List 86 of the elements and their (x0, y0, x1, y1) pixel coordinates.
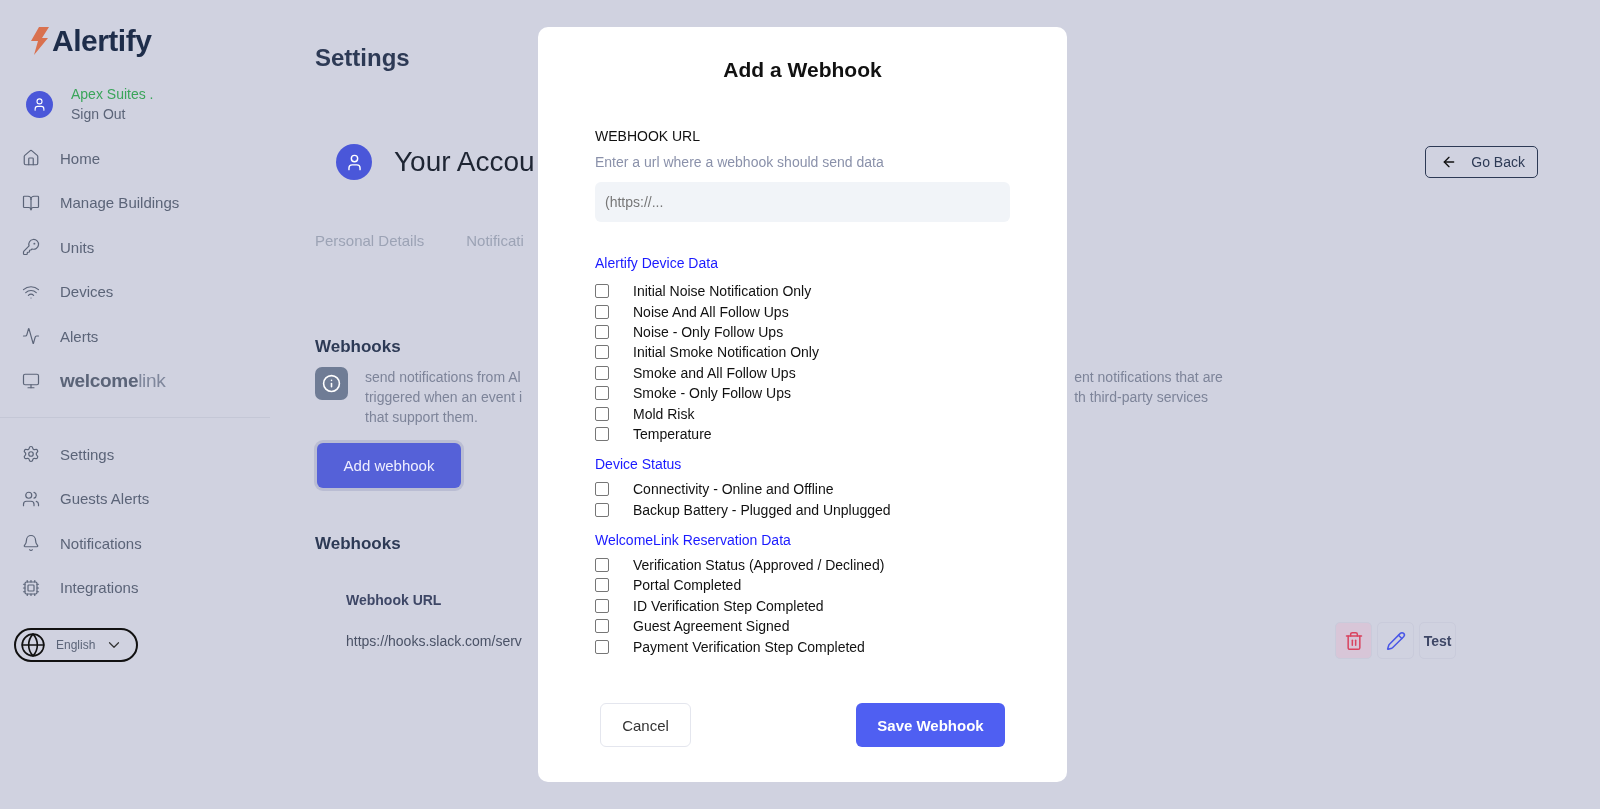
key-icon (22, 238, 40, 257)
option-label: Portal Completed (633, 577, 742, 594)
option-label: Temperature (633, 425, 712, 442)
nav-item[interactable]: Units (0, 225, 270, 270)
nav-item[interactable]: Notifications (0, 521, 270, 566)
nav-item[interactable]: welcomelink (0, 358, 270, 403)
bell-icon (22, 534, 40, 553)
option-label: Verification Status (Approved / Declined) (633, 557, 885, 574)
user-avatar (26, 90, 53, 118)
pencil-icon (1385, 630, 1406, 651)
test-button[interactable]: Test (1419, 622, 1456, 659)
description-text: send notifications from Al (365, 368, 521, 387)
edit-button[interactable] (1377, 622, 1414, 659)
dialog-title: Add a Webhook (722, 58, 883, 82)
settings-icon (22, 445, 40, 464)
home-icon (22, 149, 40, 168)
bolt-icon (30, 27, 50, 55)
group-title: Alertify Device Data (595, 255, 719, 271)
monitor-icon (22, 371, 40, 390)
delete-button[interactable] (1335, 622, 1372, 659)
option-label: Smoke and All Follow Ups (633, 364, 796, 381)
option-label: Backup Battery - Plugged and Unplugged (633, 501, 891, 518)
globe-icon (20, 632, 46, 658)
field-label: WEBHOOK URL (595, 128, 701, 144)
description-text: triggered when an event i (365, 388, 523, 407)
checkbox[interactable] (595, 598, 609, 613)
checkbox[interactable] (595, 619, 609, 634)
checkbox[interactable] (595, 482, 609, 497)
nav-item[interactable]: Integrations (0, 565, 270, 610)
chip-icon (22, 578, 40, 597)
app-logo: Alertify (52, 24, 152, 58)
webhook-url-cell: https://hooks.slack.com/serv (346, 632, 522, 649)
go-back-button[interactable]: Go Back (1425, 146, 1538, 178)
nav-item[interactable]: Alerts (0, 314, 270, 359)
trash-icon (1343, 630, 1364, 651)
checkbox[interactable] (595, 304, 609, 319)
description-text: th third-party services (1074, 388, 1209, 407)
language-select[interactable]: English (14, 628, 138, 662)
nav-item[interactable]: Devices (0, 269, 270, 314)
option-label: Initial Smoke Notification Only (633, 344, 819, 361)
info-icon (315, 367, 348, 400)
group-title: WelcomeLink Reservation Data (595, 531, 792, 548)
section-title: Webhooks (315, 337, 401, 357)
nav-item[interactable]: Guests Alerts (0, 476, 270, 521)
option-label: Guest Agreement Signed (633, 618, 790, 635)
sign-out-link[interactable]: Sign Out (71, 106, 154, 122)
page-title: Settings (315, 44, 410, 72)
group-title: Device Status (595, 456, 683, 473)
checkbox[interactable] (595, 284, 609, 299)
field-hint: Enter a url where a webhook should send data (595, 154, 885, 170)
checkbox[interactable] (595, 639, 609, 654)
option-label: Payment Verification Step Completed (633, 638, 865, 655)
pulse-icon (22, 327, 40, 346)
add-webhook-button[interactable]: Add webhook (317, 443, 461, 488)
checkbox[interactable] (595, 578, 609, 593)
column-header: Webhook URL (346, 592, 442, 608)
checkbox[interactable] (595, 502, 609, 517)
option-label: ID Verification Step Completed (633, 597, 824, 614)
nav-item[interactable]: Settings (0, 432, 270, 477)
checkbox[interactable] (595, 324, 609, 339)
nav-item[interactable]: Manage Buildings (0, 180, 270, 225)
nav-item[interactable]: Home (0, 136, 270, 181)
option-label: Initial Noise Notification Only (633, 283, 812, 300)
book-icon (22, 193, 40, 212)
account-title: Your Accou (394, 146, 535, 178)
checkbox[interactable] (595, 406, 609, 421)
checkbox[interactable] (595, 365, 609, 380)
account-avatar (336, 144, 372, 180)
option-label: Smoke - Only Follow Ups (633, 385, 791, 402)
save-webhook-button[interactable]: Save Webhook (856, 703, 1005, 747)
option-label: Connectivity - Online and Offline (633, 481, 834, 498)
checkbox[interactable] (595, 386, 609, 401)
cancel-button[interactable]: Cancel (600, 703, 691, 747)
option-label: Noise - Only Follow Ups (633, 323, 784, 340)
people-icon (22, 489, 40, 508)
section-title: Webhooks (315, 534, 401, 554)
description-text: that support them. (365, 408, 478, 427)
checkbox[interactable] (595, 558, 609, 573)
option-label: Mold Risk (633, 405, 695, 422)
url-input-field[interactable]: (https://... (595, 182, 1010, 222)
checkbox[interactable] (595, 426, 609, 441)
user-name: Apex Suites . (71, 86, 154, 102)
option-label: Noise And All Follow Ups (633, 303, 789, 320)
checkbox[interactable] (595, 345, 609, 360)
welcomelink-logo: welcomelink (60, 369, 166, 392)
description-text: ent notifications that are (1074, 368, 1223, 387)
